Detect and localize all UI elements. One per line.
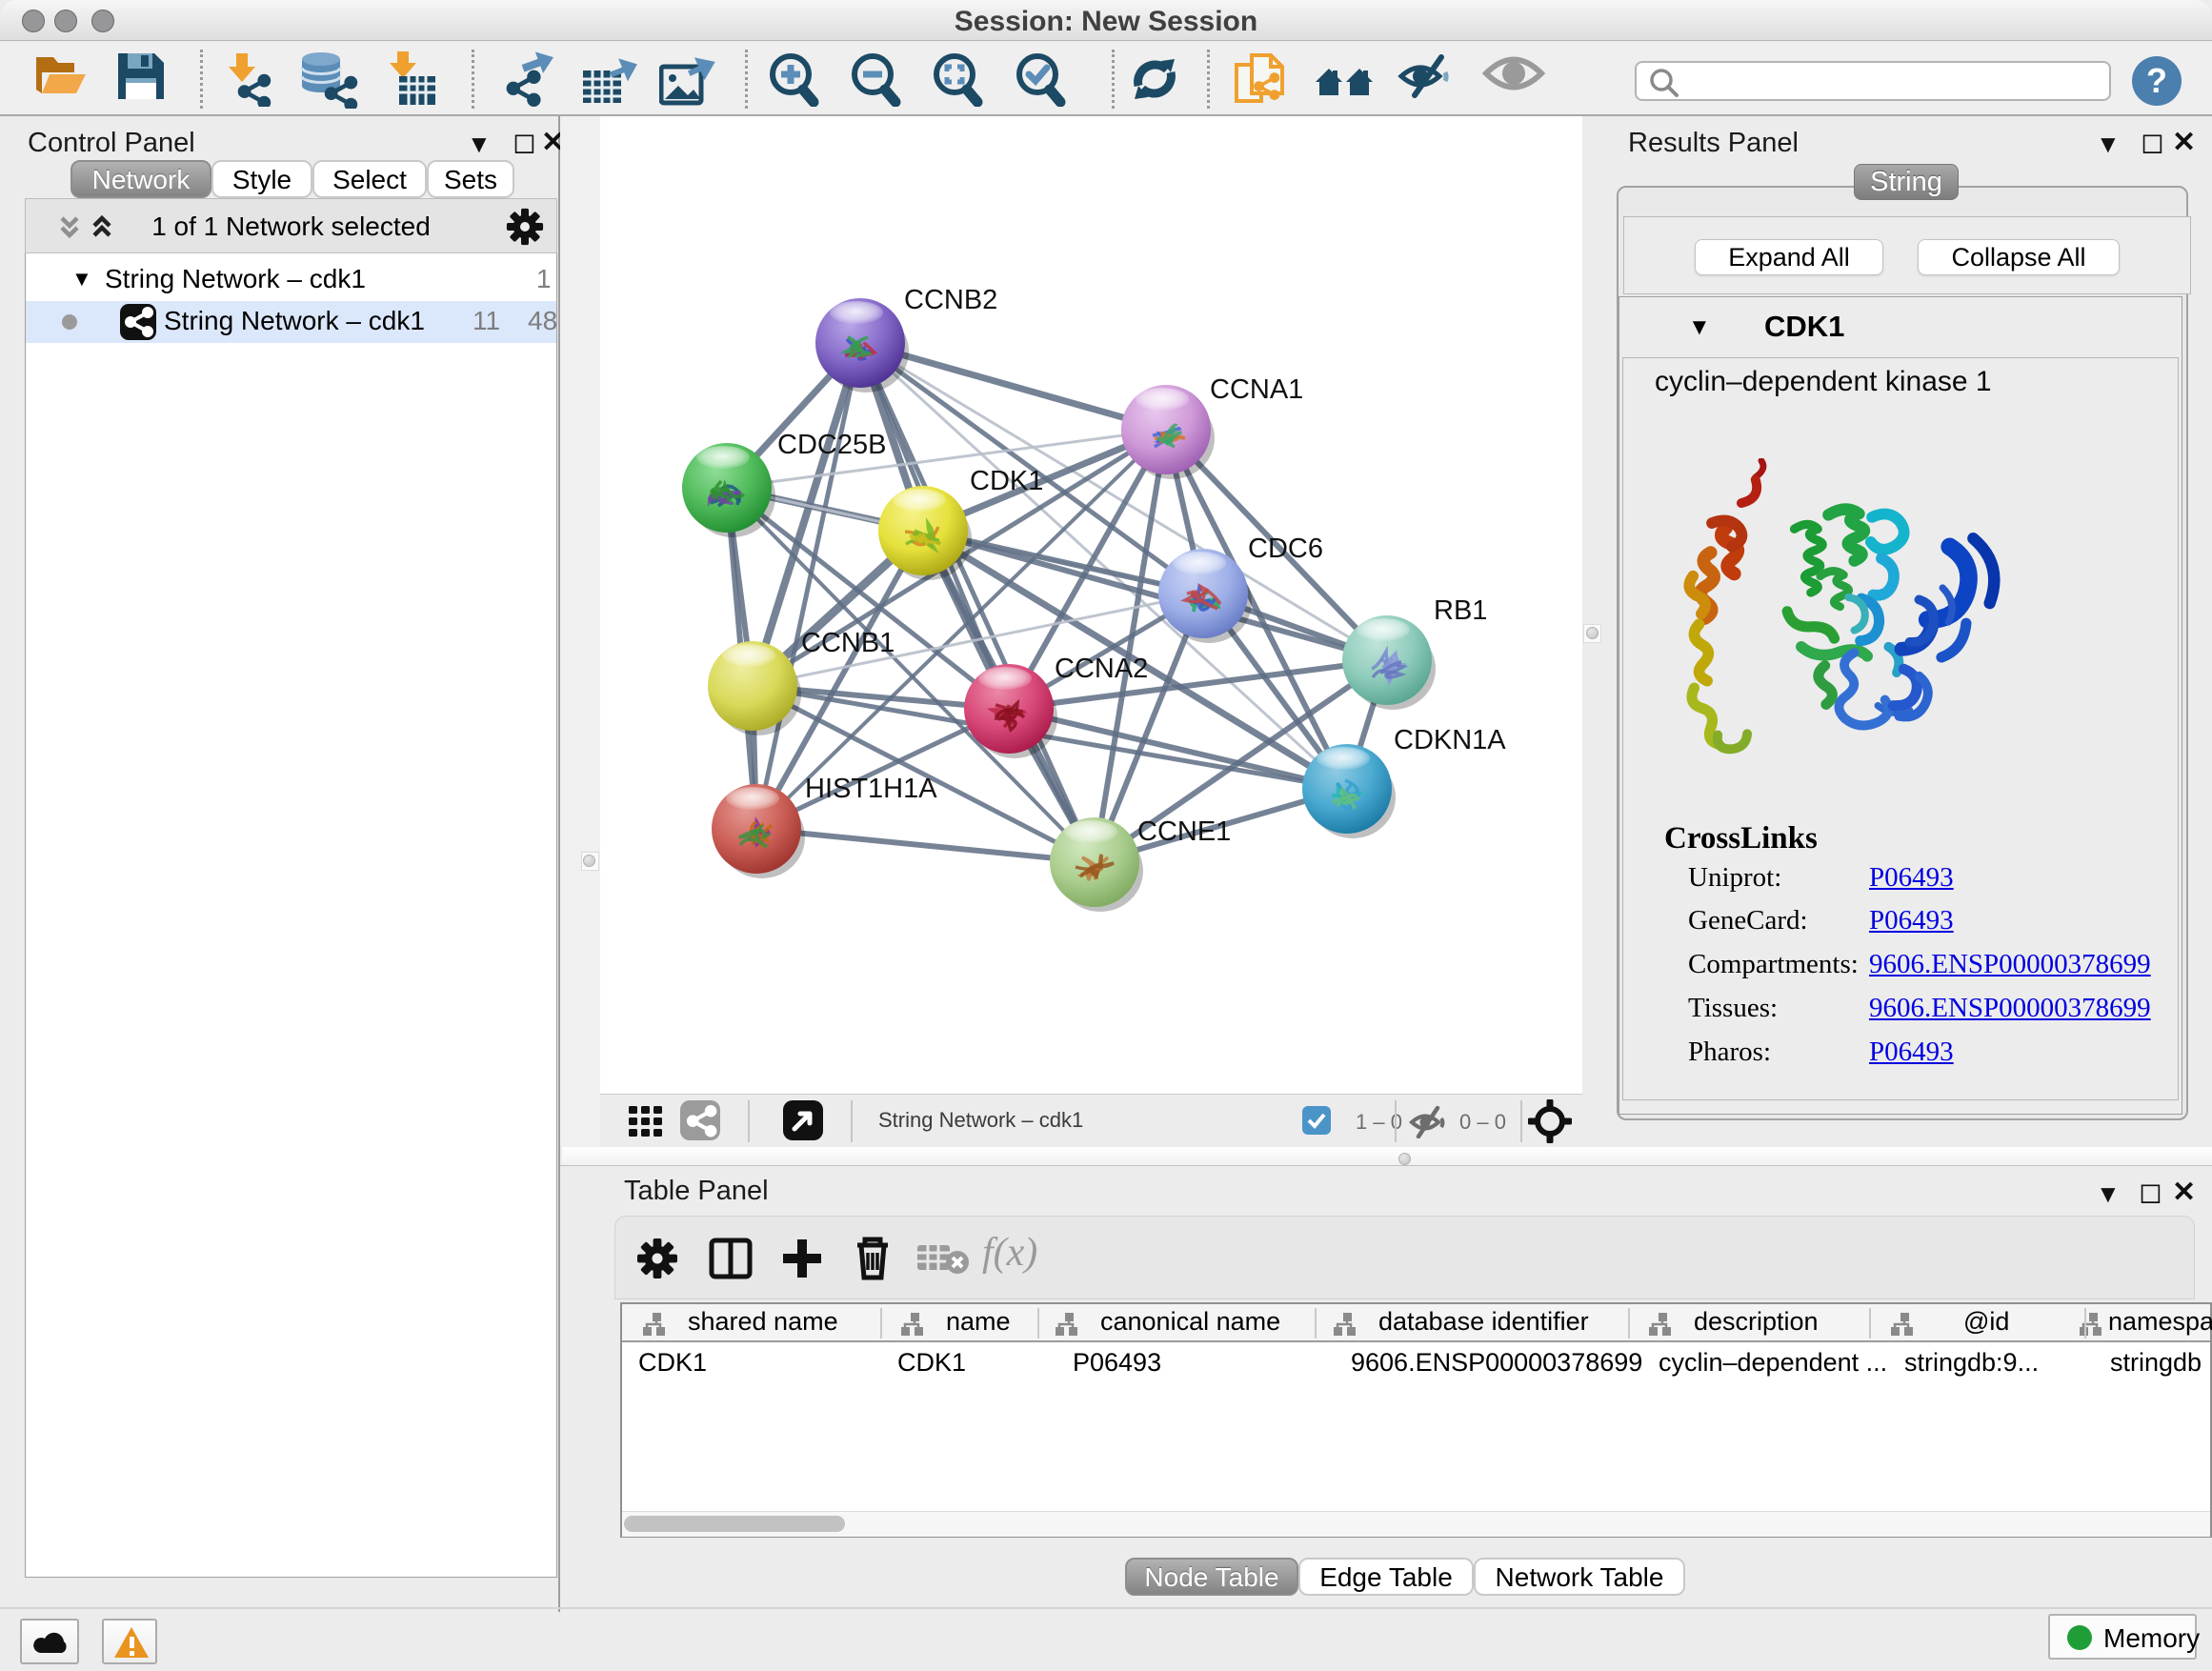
svg-text:RB1: RB1: [1434, 595, 1487, 626]
svg-text:CDK1: CDK1: [970, 466, 1043, 496]
svg-text:HIST1H1A: HIST1H1A: [805, 774, 937, 804]
svg-text:CCNB2: CCNB2: [904, 285, 997, 315]
svg-text:CDC25B: CDC25B: [777, 430, 886, 460]
svg-text:CCNA1: CCNA1: [1210, 374, 1303, 405]
svg-text:CDC6: CDC6: [1248, 534, 1323, 564]
svg-text:CCNA2: CCNA2: [1055, 654, 1148, 684]
svg-text:CCNE1: CCNE1: [1137, 816, 1231, 847]
svg-text:?: ?: [2146, 61, 2167, 100]
svg-text:CDKN1A: CDKN1A: [1394, 725, 1506, 755]
svg-text:CCNB1: CCNB1: [801, 628, 895, 658]
